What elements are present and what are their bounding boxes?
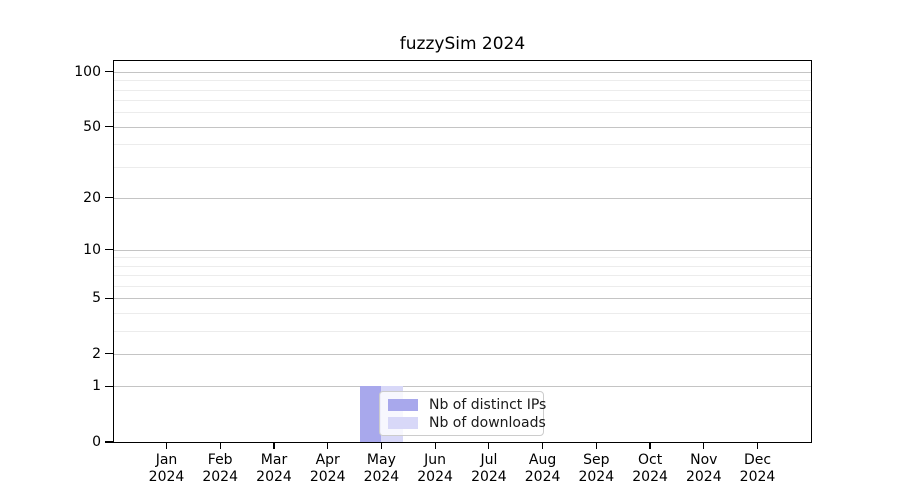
legend-item-label: Nb of distinct IPs: [429, 397, 546, 413]
y-tick-label: 0: [31, 433, 101, 451]
y-tick-mark: [105, 353, 114, 354]
y-tick-label: 2: [31, 345, 101, 363]
x-tick-mark: [703, 443, 704, 449]
legend-item: Nb of downloads: [388, 415, 535, 431]
y-tick-mark: [105, 441, 114, 442]
y-tick-label: 10: [31, 241, 101, 259]
legend-swatch: [388, 417, 418, 429]
x-tick-month: Dec: [723, 452, 793, 469]
y-tick-mark: [105, 386, 114, 387]
x-tick-year: 2024: [723, 469, 793, 486]
y-tick-mark: [105, 197, 114, 198]
y-tick-label: 100: [31, 63, 101, 81]
x-tick-mark: [649, 443, 650, 449]
x-tick-mark: [220, 443, 221, 449]
legend-item: Nb of distinct IPs: [388, 397, 535, 413]
x-tick-mark: [596, 443, 597, 449]
x-tick-mark: [166, 443, 167, 449]
bars-layer: [114, 61, 811, 442]
x-tick-mark: [757, 443, 758, 449]
y-tick-mark: [105, 249, 114, 250]
legend: Nb of distinct IPs Nb of downloads: [379, 391, 544, 436]
chart-title: fuzzySim 2024: [113, 34, 812, 54]
x-tick-mark: [488, 443, 489, 449]
y-tick-label: 20: [31, 189, 101, 207]
y-tick-mark: [105, 126, 114, 127]
x-tick-mark: [381, 443, 382, 449]
chart-figure: fuzzySim 2024 Nb of distinct IPs Nb of do…: [0, 0, 900, 500]
y-tick-label: 5: [31, 289, 101, 307]
y-tick-mark: [105, 71, 114, 72]
x-tick-mark: [435, 443, 436, 449]
plot-area: Nb of distinct IPs Nb of downloads: [113, 60, 812, 443]
x-tick-label: Dec2024: [723, 452, 793, 486]
x-tick-mark: [327, 443, 328, 449]
y-tick-mark: [105, 298, 114, 299]
y-tick-label: 50: [31, 118, 101, 136]
x-tick-mark: [542, 443, 543, 449]
legend-item-label: Nb of downloads: [429, 415, 546, 431]
y-tick-label: 1: [31, 377, 101, 395]
x-tick-mark: [273, 443, 274, 449]
legend-swatch: [388, 399, 418, 411]
